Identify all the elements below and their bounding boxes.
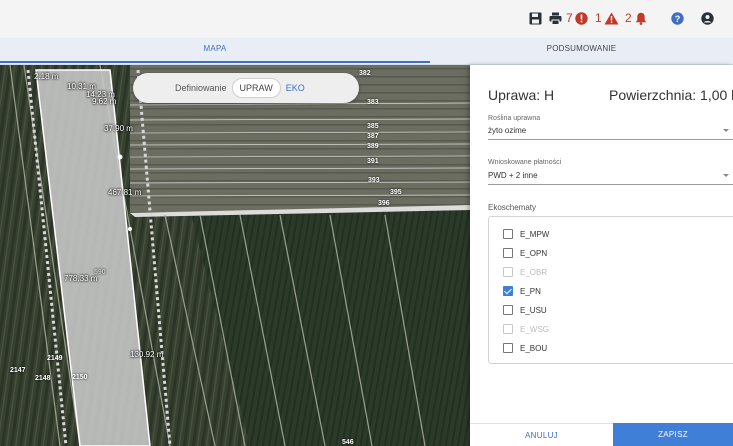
orthophoto-map — [0, 65, 470, 446]
print-icon[interactable] — [548, 9, 562, 27]
crop-select[interactable]: żyto ozime — [488, 126, 526, 135]
ecoscheme-e-mpw[interactable]: E_MPW — [503, 227, 549, 241]
measurement-label: 9.62 m — [92, 97, 117, 106]
measurement-label: 467.81 m — [108, 188, 142, 197]
warning-count: 1 — [595, 11, 602, 25]
checkbox[interactable] — [503, 343, 513, 353]
crop-title: Uprawa: H — [488, 87, 555, 103]
ecoschemes-list: E_MPW E_OPN E_OBR E_PN E_USU E_WSG E_BOU — [488, 216, 733, 364]
checkbox[interactable] — [503, 305, 513, 315]
top-toolbar: 7 1 2 ? — [0, 0, 733, 38]
save-icon[interactable] — [528, 9, 542, 27]
tab-map[interactable]: MAPA — [0, 38, 430, 65]
ecoscheme-label: E_OPN — [520, 248, 548, 258]
payments-field-underline — [488, 184, 733, 185]
plot-number: 2148 — [35, 375, 51, 382]
help-icon[interactable]: ? — [670, 9, 684, 27]
plot-number: 546 — [342, 439, 354, 446]
plot-number: 391 — [367, 158, 379, 165]
chevron-down-icon[interactable] — [723, 129, 729, 132]
crop-field-label: Roślina uprawna — [488, 115, 541, 122]
ecoschemes-title: Ekoschematy — [488, 203, 537, 212]
error-icon[interactable] — [574, 9, 588, 27]
ecoscheme-label: E_PN — [520, 286, 541, 296]
measurement-label: 130.92 m — [130, 350, 164, 359]
checkbox — [503, 324, 513, 334]
plot-number: 396 — [378, 200, 390, 207]
checkbox[interactable] — [503, 248, 513, 258]
crop-field-underline — [488, 139, 733, 140]
checkbox — [503, 267, 513, 277]
ecoscheme-e-pn[interactable]: E_PN — [503, 284, 541, 298]
plot-number: 385 — [367, 123, 379, 130]
measurement-label: 2.18 m — [34, 72, 59, 81]
ecoscheme-label: E_WSG — [520, 324, 549, 334]
payments-select[interactable]: PWD + 2 inne — [488, 171, 538, 180]
mode-eko-button[interactable]: EKO — [286, 83, 305, 93]
map-view[interactable]: Definiowanie UPRAW EKO 382 383 385 387 3… — [0, 65, 470, 446]
plot-number: 395 — [390, 189, 402, 196]
ecoscheme-label: E_MPW — [520, 229, 550, 239]
checkbox[interactable] — [503, 229, 513, 239]
chevron-down-icon[interactable] — [723, 174, 729, 177]
ecoscheme-e-opn[interactable]: E_OPN — [503, 246, 547, 260]
error-count: 7 — [566, 11, 573, 25]
account-icon[interactable] — [700, 9, 714, 27]
payments-field-label: Wnioskowane płatności — [488, 159, 562, 166]
tab-summary[interactable]: PODSUMOWANIE — [430, 38, 733, 65]
ecoscheme-e-bou[interactable]: E_BOU — [503, 341, 547, 355]
warning-icon[interactable] — [603, 9, 619, 27]
cancel-button[interactable]: ANULUJ — [470, 423, 613, 446]
measurement-label: 37.90 m — [104, 124, 133, 133]
plot-number: 2147 — [10, 367, 26, 374]
crop-details-panel: Uprawa: H Powierzchnia: 1,00 ha Roślina … — [470, 65, 733, 446]
save-button[interactable]: ZAPISZ — [613, 423, 733, 446]
mode-upraw-button[interactable]: UPRAW — [231, 78, 281, 98]
ecoscheme-label: E_USU — [520, 305, 547, 315]
measurement-label: 778.33 m — [64, 274, 98, 283]
plot-number: 393 — [368, 177, 380, 184]
notification-count: 2 — [625, 11, 632, 25]
app-window: 7 1 2 ? MAPA PODSUMOWANIE Definiowanie U… — [0, 0, 733, 446]
plot-number: 389 — [367, 143, 379, 150]
checkbox[interactable] — [503, 286, 513, 296]
plot-number: 387 — [367, 133, 379, 140]
plot-number: 2149 — [47, 355, 63, 362]
plot-number: 382 — [359, 70, 371, 77]
plot-number: 383 — [367, 99, 379, 106]
ecoscheme-label: E_OBR — [520, 267, 548, 277]
plot-number: 2150 — [72, 374, 88, 381]
ecoscheme-e-wsg: E_WSG — [503, 322, 549, 336]
svg-text:?: ? — [674, 14, 680, 24]
area-label: Powierzchnia: 1,00 ha — [609, 87, 733, 103]
ecoscheme-e-obr: E_OBR — [503, 265, 547, 279]
ecoscheme-e-usu[interactable]: E_USU — [503, 303, 547, 317]
notification-bell-icon[interactable] — [634, 9, 648, 27]
map-mode-toggle: Definiowanie UPRAW EKO — [133, 73, 359, 103]
ecoscheme-label: E_BOU — [520, 343, 548, 353]
mode-label: Definiowanie — [175, 83, 227, 93]
view-tabs: MAPA PODSUMOWANIE — [0, 38, 733, 65]
